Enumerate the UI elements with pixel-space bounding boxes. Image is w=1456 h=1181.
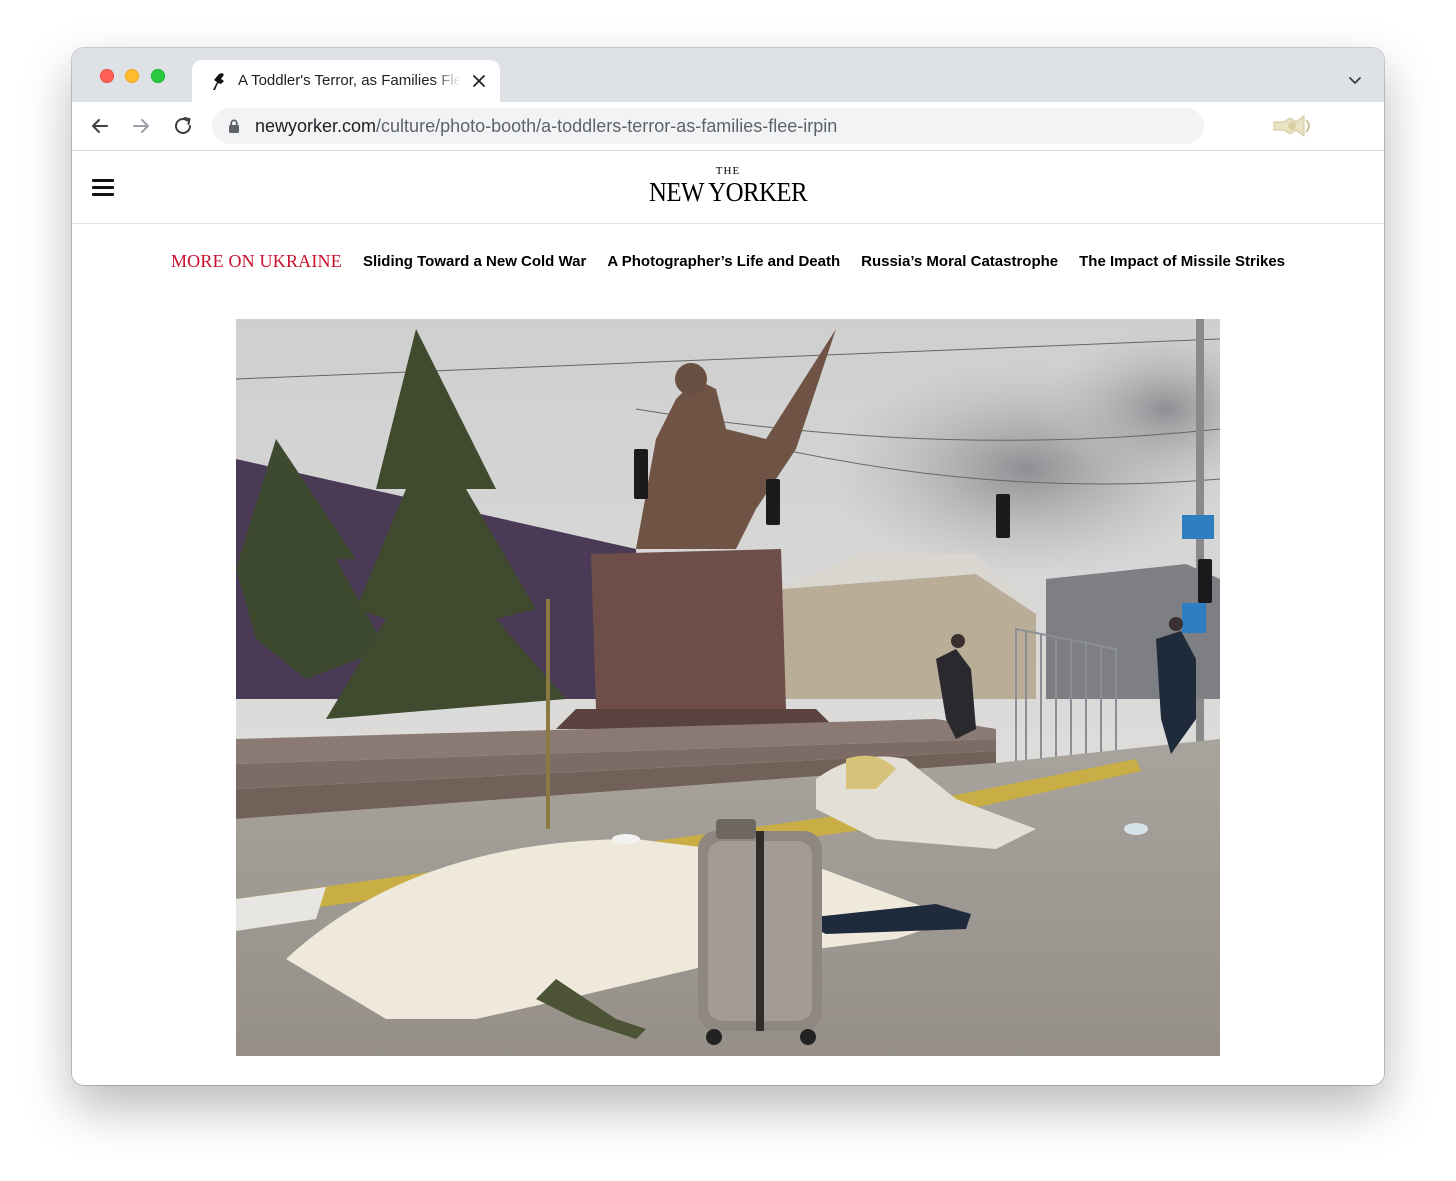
topic-link-missile-strikes[interactable]: The Impact of Missile Strikes	[1079, 253, 1285, 270]
close-icon[interactable]	[471, 73, 487, 89]
lead-photo	[236, 319, 1220, 1056]
close-window-button[interactable]	[100, 69, 114, 83]
tab-title: A Toddler's Terror, as Families Flee Irp…	[238, 72, 460, 89]
site-header: THE NEW YORKER	[72, 151, 1384, 224]
new-yorker-favicon-icon	[208, 70, 230, 92]
logo-wordmark: NEW YORKER	[648, 177, 808, 207]
extension-icon[interactable]	[1270, 112, 1316, 140]
article-content	[72, 298, 1384, 1085]
chevron-down-icon[interactable]	[1347, 74, 1363, 88]
url-path: /culture/photo-booth/a-toddlers-terror-a…	[376, 116, 838, 136]
tab-strip: A Toddler's Terror, as Families Flee Irp…	[72, 48, 1384, 102]
hamburger-menu-icon[interactable]	[92, 179, 114, 196]
arrow-left-icon[interactable]	[88, 114, 112, 138]
browser-toolbar: newyorker.com/culture/photo-booth/a-todd…	[72, 102, 1384, 151]
logo-the: THE	[715, 165, 741, 177]
active-tab[interactable]: A Toddler's Terror, as Families Flee Irp…	[192, 60, 500, 102]
url-host: newyorker.com	[255, 116, 377, 136]
topic-label: MORE ON UKRAINE	[170, 250, 342, 271]
zoom-window-button[interactable]	[151, 69, 165, 83]
address-bar[interactable]: newyorker.com/culture/photo-booth/a-todd…	[212, 108, 1204, 144]
topic-nav: MORE ON UKRAINE Sliding Toward a New Col…	[72, 224, 1384, 298]
topic-link-photographer[interactable]: A Photographer’s Life and Death	[607, 253, 840, 270]
reload-icon[interactable]	[171, 114, 195, 138]
arrow-right-icon[interactable]	[129, 114, 153, 138]
url-text: newyorker.com/culture/photo-booth/a-todd…	[255, 116, 837, 137]
topic-link-moral-catastrophe[interactable]: Russia’s Moral Catastrophe	[861, 253, 1058, 270]
browser-window: A Toddler's Terror, as Families Flee Irp…	[72, 48, 1384, 1085]
minimize-window-button[interactable]	[125, 69, 139, 83]
new-yorker-logo[interactable]: THE NEW YORKER	[620, 165, 836, 211]
topic-link-cold-war[interactable]: Sliding Toward a New Cold War	[363, 253, 586, 270]
lock-icon	[228, 119, 240, 133]
